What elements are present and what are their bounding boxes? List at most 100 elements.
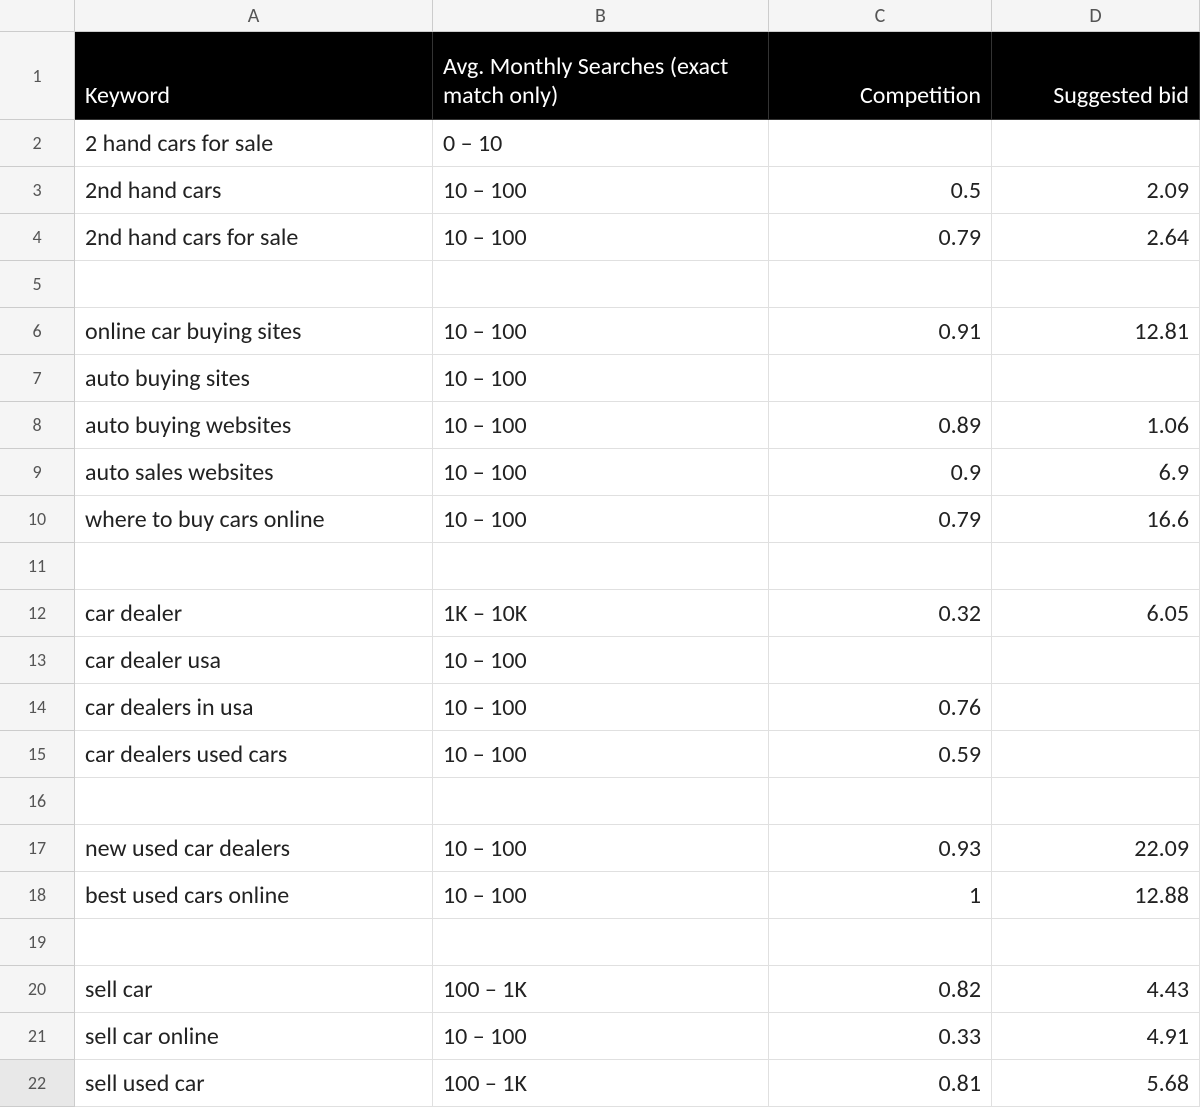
cell-avg-searches[interactable] (433, 919, 769, 966)
cell-avg-searches[interactable]: 10 – 100 (433, 825, 769, 872)
row-header-15[interactable]: 15 (0, 731, 75, 778)
row-header-3[interactable]: 3 (0, 167, 75, 214)
row-header-11[interactable]: 11 (0, 543, 75, 590)
row-header-13[interactable]: 13 (0, 637, 75, 684)
row-header-18[interactable]: 18 (0, 872, 75, 919)
cell-keyword[interactable]: new used car dealers (75, 825, 433, 872)
header-suggested-bid[interactable]: Suggested bid (992, 32, 1200, 120)
cell-avg-searches[interactable]: 10 – 100 (433, 1013, 769, 1060)
cell-keyword[interactable]: where to buy cars online (75, 496, 433, 543)
header-competition[interactable]: Competition (769, 32, 992, 120)
header-keyword[interactable]: Keyword (75, 32, 433, 120)
cell-competition[interactable] (769, 778, 992, 825)
row-header-12[interactable]: 12 (0, 590, 75, 637)
cell-competition[interactable] (769, 355, 992, 402)
row-header-1[interactable]: 1 (0, 32, 75, 120)
row-header-20[interactable]: 20 (0, 966, 75, 1013)
cell-keyword[interactable]: auto buying sites (75, 355, 433, 402)
cell-avg-searches[interactable]: 10 – 100 (433, 167, 769, 214)
cell-competition[interactable]: 0.82 (769, 966, 992, 1013)
cell-suggested-bid[interactable] (992, 355, 1200, 402)
spreadsheet-grid[interactable]: ABCD1KeywordAvg. Monthly Searches (exact… (0, 0, 1200, 1107)
cell-suggested-bid[interactable] (992, 919, 1200, 966)
cell-keyword[interactable]: sell used car (75, 1060, 433, 1107)
cell-keyword[interactable]: online car buying sites (75, 308, 433, 355)
cell-avg-searches[interactable]: 10 – 100 (433, 496, 769, 543)
cell-suggested-bid[interactable]: 12.88 (992, 872, 1200, 919)
cell-competition[interactable]: 0.33 (769, 1013, 992, 1060)
cell-keyword[interactable] (75, 261, 433, 308)
cell-avg-searches[interactable]: 10 – 100 (433, 872, 769, 919)
cell-suggested-bid[interactable]: 6.9 (992, 449, 1200, 496)
cell-suggested-bid[interactable] (992, 684, 1200, 731)
cell-suggested-bid[interactable]: 16.6 (992, 496, 1200, 543)
cell-suggested-bid[interactable]: 5.68 (992, 1060, 1200, 1107)
cell-competition[interactable] (769, 120, 992, 167)
cell-suggested-bid[interactable]: 22.09 (992, 825, 1200, 872)
cell-keyword[interactable]: car dealer (75, 590, 433, 637)
cell-suggested-bid[interactable] (992, 261, 1200, 308)
cell-avg-searches[interactable]: 10 – 100 (433, 308, 769, 355)
cell-suggested-bid[interactable]: 1.06 (992, 402, 1200, 449)
cell-competition[interactable]: 0.76 (769, 684, 992, 731)
row-header-4[interactable]: 4 (0, 214, 75, 261)
cell-keyword[interactable]: 2 hand cars for sale (75, 120, 433, 167)
row-header-9[interactable]: 9 (0, 449, 75, 496)
cell-keyword[interactable]: car dealer usa (75, 637, 433, 684)
cell-keyword[interactable]: auto sales websites (75, 449, 433, 496)
cell-competition[interactable]: 0.89 (769, 402, 992, 449)
cell-suggested-bid[interactable] (992, 543, 1200, 590)
cell-suggested-bid[interactable]: 2.09 (992, 167, 1200, 214)
cell-keyword[interactable]: 2nd hand cars (75, 167, 433, 214)
row-header-8[interactable]: 8 (0, 402, 75, 449)
cell-keyword[interactable] (75, 543, 433, 590)
cell-keyword[interactable]: 2nd hand cars for sale (75, 214, 433, 261)
column-header-B[interactable]: B (433, 0, 769, 32)
cell-keyword[interactable]: sell car (75, 966, 433, 1013)
cell-suggested-bid[interactable] (992, 120, 1200, 167)
cell-suggested-bid[interactable]: 2.64 (992, 214, 1200, 261)
cell-competition[interactable]: 0.91 (769, 308, 992, 355)
cell-competition[interactable] (769, 919, 992, 966)
cell-suggested-bid[interactable] (992, 778, 1200, 825)
cell-keyword[interactable]: car dealers used cars (75, 731, 433, 778)
row-header-7[interactable]: 7 (0, 355, 75, 402)
row-header-19[interactable]: 19 (0, 919, 75, 966)
cell-suggested-bid[interactable] (992, 731, 1200, 778)
cell-avg-searches[interactable]: 10 – 100 (433, 731, 769, 778)
cell-suggested-bid[interactable]: 6.05 (992, 590, 1200, 637)
cell-avg-searches[interactable] (433, 778, 769, 825)
cell-avg-searches[interactable]: 0 – 10 (433, 120, 769, 167)
cell-competition[interactable]: 0.79 (769, 214, 992, 261)
cell-competition[interactable]: 0.79 (769, 496, 992, 543)
cell-competition[interactable]: 0.93 (769, 825, 992, 872)
cell-suggested-bid[interactable]: 4.43 (992, 966, 1200, 1013)
row-header-17[interactable]: 17 (0, 825, 75, 872)
cell-avg-searches[interactable] (433, 543, 769, 590)
cell-avg-searches[interactable]: 10 – 100 (433, 214, 769, 261)
cell-suggested-bid[interactable]: 12.81 (992, 308, 1200, 355)
row-header-16[interactable]: 16 (0, 778, 75, 825)
cell-avg-searches[interactable]: 10 – 100 (433, 684, 769, 731)
cell-competition[interactable]: 0.32 (769, 590, 992, 637)
cell-keyword[interactable] (75, 778, 433, 825)
cell-keyword[interactable]: sell car online (75, 1013, 433, 1060)
cell-competition[interactable] (769, 637, 992, 684)
cell-avg-searches[interactable]: 10 – 100 (433, 449, 769, 496)
cell-avg-searches[interactable]: 10 – 100 (433, 402, 769, 449)
cell-avg-searches[interactable]: 1K – 10K (433, 590, 769, 637)
cell-competition[interactable]: 0.5 (769, 167, 992, 214)
cell-avg-searches[interactable]: 10 – 100 (433, 637, 769, 684)
cell-avg-searches[interactable] (433, 261, 769, 308)
header-avg-searches[interactable]: Avg. Monthly Searches (exact match only) (433, 32, 769, 120)
cell-competition[interactable]: 0.9 (769, 449, 992, 496)
column-header-A[interactable]: A (75, 0, 433, 32)
row-header-21[interactable]: 21 (0, 1013, 75, 1060)
column-header-C[interactable]: C (769, 0, 992, 32)
select-all-corner[interactable] (0, 0, 75, 32)
column-header-D[interactable]: D (992, 0, 1200, 32)
cell-avg-searches[interactable]: 10 – 100 (433, 355, 769, 402)
row-header-14[interactable]: 14 (0, 684, 75, 731)
cell-competition[interactable]: 1 (769, 872, 992, 919)
cell-suggested-bid[interactable]: 4.91 (992, 1013, 1200, 1060)
